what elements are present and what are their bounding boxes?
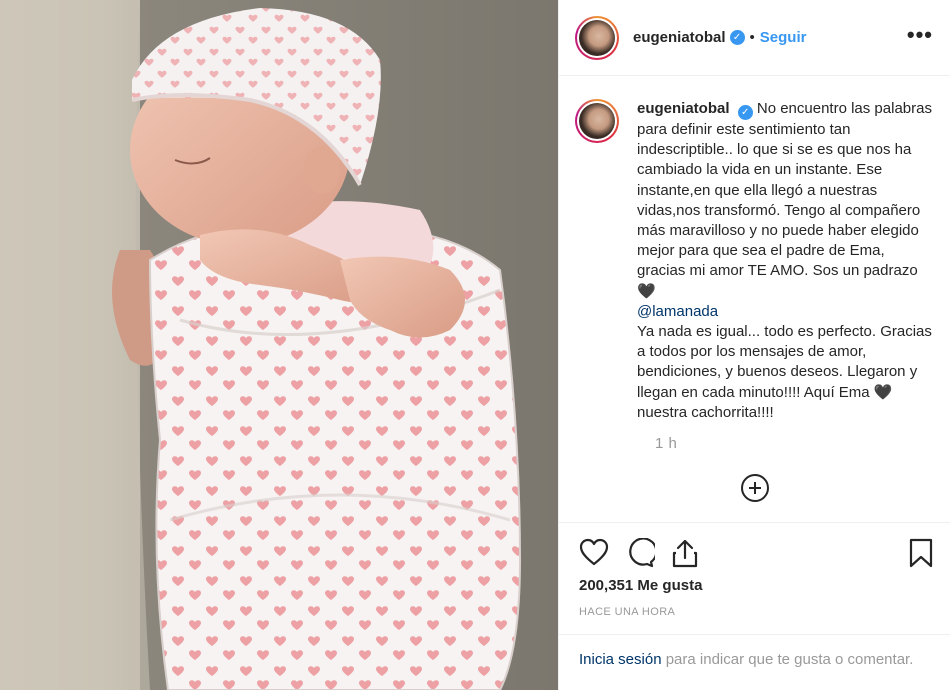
- more-options-icon[interactable]: •••: [907, 24, 933, 46]
- verified-badge-icon: ✓: [737, 105, 753, 120]
- caption-area: eugeniatobal ✓ No encuentro las palabras…: [559, 77, 950, 523]
- caption-time[interactable]: 1 h: [655, 435, 935, 452]
- caption-row: eugeniatobal ✓ No encuentro las palabras…: [575, 99, 935, 423]
- header-separator: •: [749, 29, 755, 46]
- login-prompt: Inicia sesión para indicar que te gusta …: [559, 634, 950, 690]
- heart-icon[interactable]: [579, 538, 609, 571]
- caption-body: No encuentro las palabras para definir e…: [637, 100, 932, 300]
- post-photo[interactable]: [0, 0, 558, 690]
- post-side-panel: eugeniatobal ✓ • Seguir ••• eugeniatobal…: [558, 0, 950, 690]
- follow-button[interactable]: Seguir: [760, 29, 807, 46]
- caption-avatar[interactable]: [575, 99, 619, 143]
- caption-text: eugeniatobal ✓ No encuentro las palabras…: [637, 99, 935, 423]
- likes-label: Me gusta: [637, 577, 703, 594]
- action-bar: [559, 524, 950, 584]
- caption-body-continued: Ya nada es igual... todo es perfecto. Gr…: [637, 323, 932, 421]
- share-icon[interactable]: [671, 538, 699, 573]
- avatar[interactable]: [575, 15, 619, 60]
- comment-icon[interactable]: [625, 537, 658, 573]
- login-prompt-text: para indicar que te gusta o comentar.: [665, 651, 914, 668]
- likes-number: 200,351: [579, 577, 634, 594]
- caption-mention-link[interactable]: @lamanada: [637, 303, 718, 320]
- caption-username[interactable]: eugeniatobal: [637, 100, 730, 117]
- posted-time[interactable]: HACE UNA HORA: [579, 606, 675, 618]
- verified-badge-icon: ✓: [729, 30, 745, 45]
- newborn-photo: [0, 0, 558, 690]
- load-more-comments-icon[interactable]: [741, 474, 769, 502]
- likes-count[interactable]: 200,351 Me gusta: [579, 577, 702, 594]
- bookmark-icon[interactable]: [909, 538, 933, 573]
- login-link[interactable]: Inicia sesión: [579, 651, 662, 668]
- header-username[interactable]: eugeniatobal: [633, 29, 726, 46]
- post-header: eugeniatobal ✓ • Seguir •••: [559, 0, 950, 76]
